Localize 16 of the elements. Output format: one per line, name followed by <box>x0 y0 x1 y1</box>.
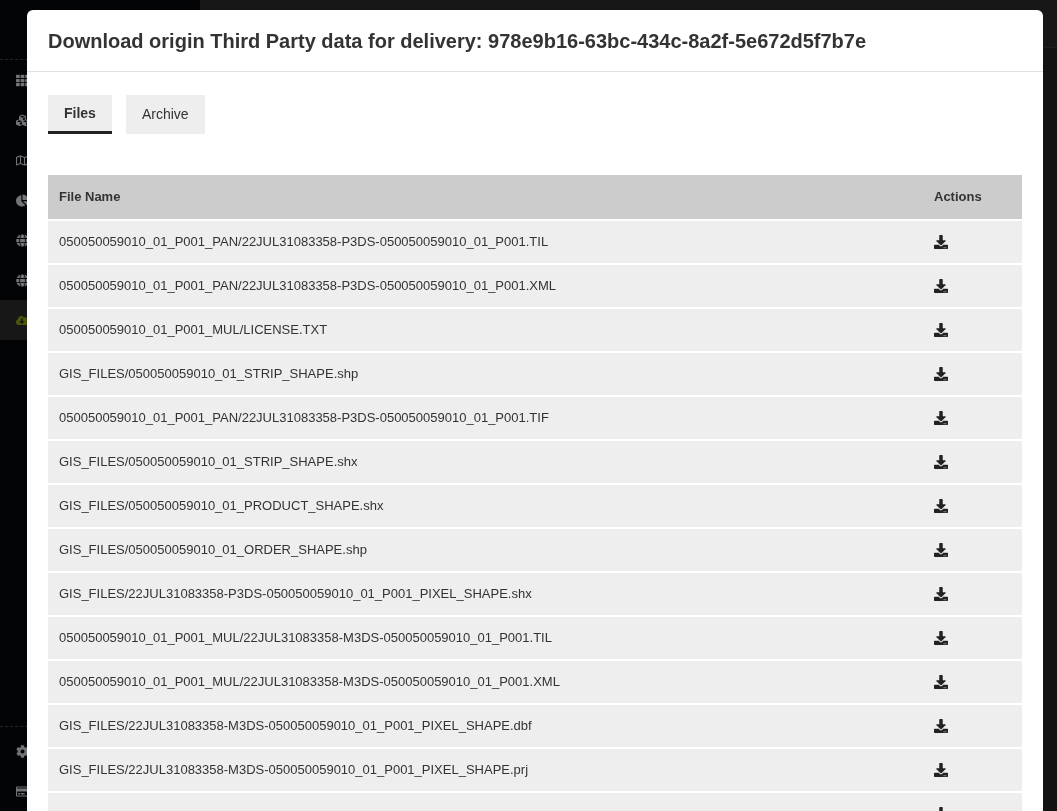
file-name: 050050059010_01_P001_MUL/LICENSE.TXT <box>59 322 328 338</box>
file-name: GIS_FILES/050050059010_01_STRIP_SHAPE.shp <box>59 366 359 382</box>
column-header: File Name <box>58 188 122 207</box>
file-name: 050050059010_01_P001_PAN/22JUL31083358-P3DS-050050059010_01_P001.XML <box>59 278 557 294</box>
file-name: GIS_FILES/050050059010_01_PRODUCT_SHAPE.shx <box>59 498 384 514</box>
file-name: GIS_FILES/22JUL31083358-M3DS-050050059010_01_P001_PIXEL_SHAPE.prj <box>59 762 529 778</box>
file-name: GIS_FILES/22JUL31083358-M3DS-050050059010_01_P001_PIXEL_SHAPE.dbf <box>59 718 532 734</box>
modal-title: Download origin Third Party data for delivery: 978e9b16-63bc-434c-8a2f-5e672d5f7b7e <box>48 28 867 54</box>
file-name: GIS_FILES/050050059010_01_STRIP_SHAPE.shx <box>59 454 358 470</box>
file-name: GIS_FILES/050050059010_01_ORDER_SHAPE.shp <box>59 542 367 558</box>
file-name: 050050059010_01_P001_PAN/22JUL31083358-P3DS-050050059010_01_P001.TIL <box>59 234 549 250</box>
file-name: 050050059010_01_P001_MUL/22JUL31083358-M3DS-050050059010_01_P001.XML <box>59 674 560 690</box>
column-header: Actions <box>933 188 982 207</box>
file-name: 050050059010_01_P001_MUL/22JUL31083358-M3DS-050050059010_01_P001.TIL <box>59 630 552 646</box>
file-name: 050050059010_01_P001_PAN/22JUL31083358-P3DS-050050059010_01_P001.TIF <box>59 410 549 426</box>
file-name: GIS_FILES/22JUL31083358-P3DS-050050059010_01_P001_PIXEL_SHAPE.shx <box>59 586 532 602</box>
